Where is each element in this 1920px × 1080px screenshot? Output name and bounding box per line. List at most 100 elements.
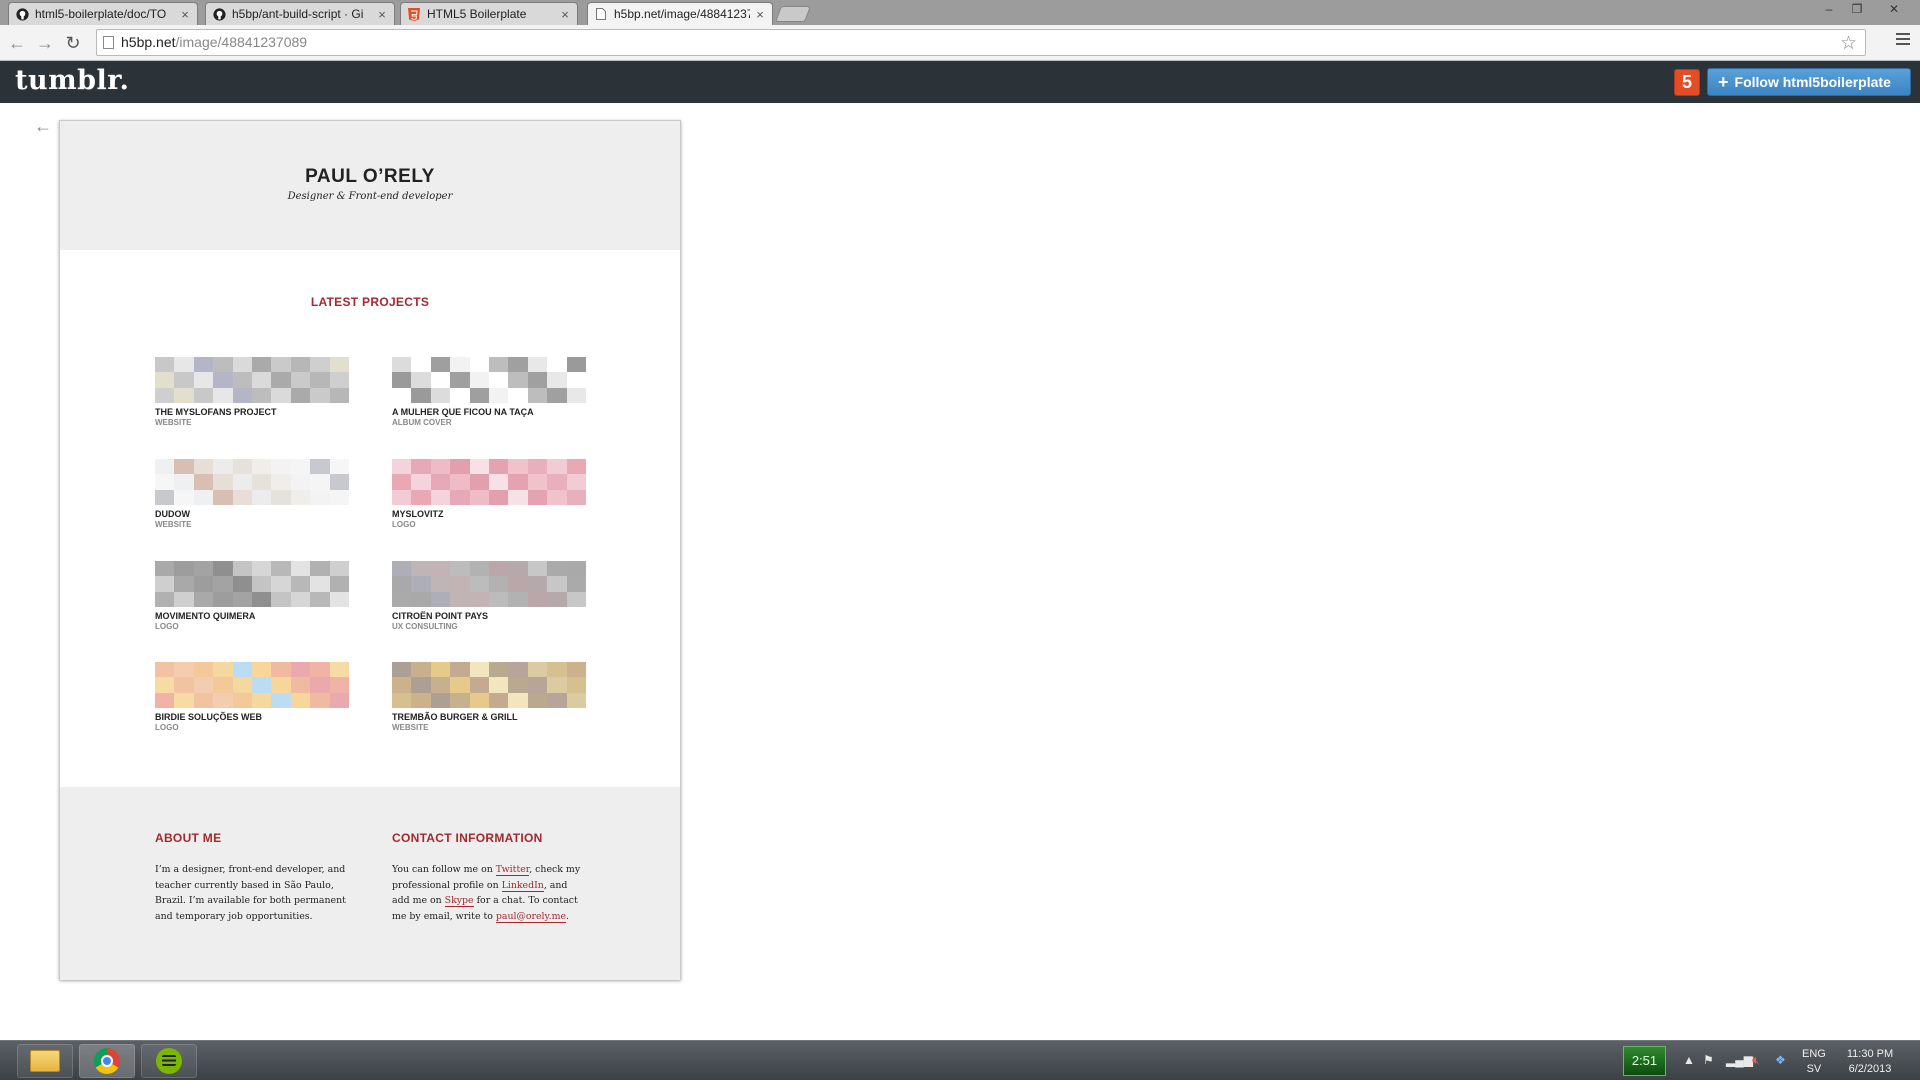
- thumbnail-pixel: [488, 662, 509, 678]
- address-bar[interactable]: h5bp.net/image/48841237089 ☆: [96, 29, 1866, 56]
- project-item[interactable]: A MULHER QUE FICOU NA TAÇA ALBUM COVER: [392, 357, 586, 429]
- thumbnail-pixel: [411, 474, 431, 490]
- project-thumbnail[interactable]: [155, 357, 349, 403]
- tumblr-logo[interactable]: tumblr.: [15, 65, 129, 96]
- thumbnail-pixel: [329, 561, 349, 577]
- thumbnail-pixel: [310, 561, 330, 577]
- thumbnail-pixel: [392, 372, 412, 388]
- project-thumbnail[interactable]: [392, 357, 586, 403]
- flag-icon[interactable]: ⚑: [1703, 1053, 1714, 1067]
- thumbnail-pixel: [232, 561, 252, 577]
- thumbnail-pixel: [508, 561, 528, 577]
- thumbnail-pixel: [547, 576, 567, 592]
- tab-title: html5-boilerplate/doc/TO: [35, 7, 167, 21]
- show-hidden-icons-icon[interactable]: ▲: [1683, 1053, 1695, 1067]
- linkedin-link[interactable]: LinkedIn: [501, 879, 544, 892]
- thumbnail-pixel: [469, 591, 489, 607]
- html5-badge-icon[interactable]: 5: [1674, 69, 1700, 96]
- project-item[interactable]: CITROËN POINT PAYS UX CONSULTING: [392, 561, 586, 633]
- project-thumbnail[interactable]: [392, 561, 586, 607]
- thumbnail-pixel: [411, 357, 431, 373]
- chrome-icon: [94, 1048, 120, 1074]
- thumbnail-pixel: [290, 474, 311, 490]
- thumbnail-pixel: [430, 387, 451, 403]
- project-thumbnail[interactable]: [155, 662, 349, 708]
- thumbnail-pixel: [155, 576, 175, 592]
- taskbar-explorer[interactable]: [17, 1044, 73, 1078]
- bookmark-star-icon[interactable]: ☆: [1840, 32, 1857, 55]
- taskbar-chrome[interactable]: [79, 1044, 135, 1078]
- thumbnail-pixel: [469, 459, 489, 475]
- thumbnail-pixel: [193, 357, 214, 373]
- reload-icon[interactable]: ↻: [62, 32, 84, 54]
- project-item[interactable]: THE MYSLOFANS PROJECT WEBSITE: [155, 357, 349, 429]
- thumbnail-pixel: [213, 459, 233, 475]
- tab-close-icon[interactable]: ×: [376, 7, 388, 22]
- back-icon[interactable]: ←: [6, 32, 28, 54]
- close-window-icon[interactable]: ✕: [1880, 2, 1908, 16]
- project-thumbnail[interactable]: [155, 459, 349, 505]
- thumbnail-pixel: [155, 459, 175, 475]
- browser-tab[interactable]: html5-boilerplate/doc/TO ×: [8, 2, 198, 25]
- thumbnail-pixel: [547, 387, 567, 403]
- thumbnail-pixel: [488, 387, 509, 403]
- email-link[interactable]: paul@orely.me: [495, 910, 567, 923]
- taskbar-spotify[interactable]: [141, 1044, 197, 1078]
- thumbnail-pixel: [450, 576, 470, 592]
- thumbnail-pixel: [488, 591, 509, 607]
- back-arrow-icon[interactable]: ←: [34, 116, 52, 137]
- thumbnail-pixel: [174, 372, 194, 388]
- thumbnail-pixel: [450, 387, 470, 403]
- thumbnail-pixel: [251, 662, 272, 678]
- browser-tab-active[interactable]: h5bp.net/image/48841237 ×: [587, 2, 773, 25]
- url-path: /image/48841237089: [175, 34, 308, 50]
- dropbox-icon[interactable]: ❖: [1775, 1053, 1786, 1067]
- thumbnail-pixel: [430, 662, 451, 678]
- project-item[interactable]: MOVIMENTO QUIMERA LOGO: [155, 561, 349, 633]
- thumbnail-pixel: [271, 591, 291, 607]
- new-tab-button[interactable]: [775, 6, 811, 22]
- thumbnail-pixel: [155, 662, 175, 678]
- thumbnail-pixel: [329, 692, 349, 708]
- project-item[interactable]: MYSLOVITZ LOGO: [392, 459, 586, 531]
- tab-close-icon[interactable]: ×: [559, 7, 571, 22]
- thumbnail-pixel: [527, 662, 548, 678]
- browser-menu-icon[interactable]: [1896, 33, 1910, 45]
- project-thumbnail[interactable]: [392, 459, 586, 505]
- thumbnail-pixel: [527, 591, 548, 607]
- tray-timer[interactable]: 2:51: [1623, 1046, 1666, 1076]
- project-thumbnail[interactable]: [155, 561, 349, 607]
- tab-close-icon[interactable]: ×: [754, 7, 766, 22]
- project-thumbnail[interactable]: [392, 662, 586, 708]
- browser-tab[interactable]: h5bp/ant-build-script · Gi ×: [205, 2, 395, 25]
- browser-tab[interactable]: HTML5 Boilerplate ×: [400, 2, 578, 25]
- project-item[interactable]: BIRDIE SOLUÇÕES WEB LOGO: [155, 662, 349, 734]
- forward-icon[interactable]: →: [34, 32, 56, 54]
- project-item[interactable]: TREMBÃO BURGER & GRILL WEBSITE: [392, 662, 586, 734]
- thumbnail-pixel: [310, 692, 330, 708]
- language-code: ENG: [1802, 1048, 1826, 1060]
- project-item[interactable]: DUDOW WEBSITE: [155, 459, 349, 531]
- restore-icon[interactable]: ❐: [1843, 2, 1871, 16]
- skype-link[interactable]: Skype: [444, 895, 474, 907]
- thumbnail-pixel: [290, 692, 311, 708]
- tab-title: h5bp.net/image/48841237: [614, 7, 750, 21]
- clock[interactable]: 11:30 PM 6/2/2013: [1840, 1047, 1900, 1077]
- about-heading: ABOUT ME: [155, 831, 222, 845]
- tab-close-icon[interactable]: ×: [179, 7, 191, 22]
- thumbnail-pixel: [271, 387, 291, 403]
- tab-title: h5bp/ant-build-script · Gi: [232, 7, 364, 21]
- thumbnail-pixel: [411, 459, 431, 475]
- minimize-icon[interactable]: –: [1815, 2, 1843, 16]
- thumbnail-pixel: [251, 591, 272, 607]
- thumbnail-pixel: [566, 677, 586, 693]
- thumbnail-pixel: [251, 387, 272, 403]
- twitter-link[interactable]: Twitter: [495, 864, 530, 876]
- thumbnail-pixel: [527, 576, 548, 592]
- volume-muted-icon[interactable]: 🔇︎: [1752, 1053, 1760, 1068]
- thumbnail-pixel: [450, 591, 470, 607]
- follow-button[interactable]: + Follow html5boilerplate: [1707, 68, 1911, 96]
- language-indicator[interactable]: ENG SV: [1802, 1047, 1826, 1077]
- network-icon[interactable]: ▂▄▆: [1726, 1053, 1753, 1067]
- thumbnail-pixel: [174, 489, 194, 505]
